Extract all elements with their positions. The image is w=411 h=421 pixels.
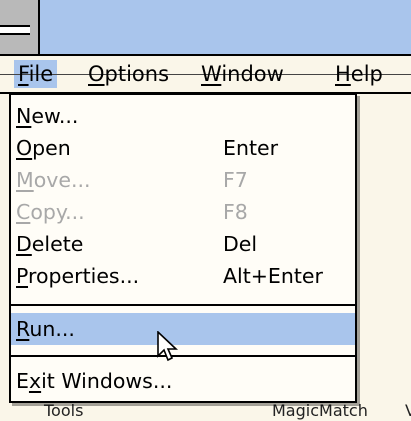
file-menu-dropdown: New... Open Enter Move... F7 Copy... F8 … — [9, 93, 357, 403]
menu-bar: File Options Window Help — [0, 56, 411, 94]
system-menu-button[interactable] — [0, 0, 40, 54]
menu-options[interactable]: Options — [84, 60, 174, 88]
shortcut-label: Alt+Enter — [223, 264, 323, 288]
menu-item-new[interactable]: New... — [11, 100, 355, 132]
menu-separator — [11, 355, 355, 357]
menu-window[interactable]: Window — [197, 60, 288, 88]
menu-item-open[interactable]: Open Enter — [11, 132, 355, 164]
menu-separator — [11, 304, 355, 306]
title-bar — [0, 0, 411, 56]
menu-item-properties[interactable]: Properties... Alt+Enter — [11, 260, 355, 292]
menu-help[interactable]: Help — [331, 60, 387, 88]
background-group-label-magicmatch: MagicMatch — [272, 401, 368, 420]
menu-item-move[interactable]: Move... F7 — [11, 164, 355, 196]
shortcut-label: Enter — [223, 136, 279, 160]
shortcut-label: Del — [223, 232, 258, 256]
background-edge-text: V — [405, 401, 411, 420]
background-group-label-tools: Tools — [44, 401, 84, 420]
menu-item-copy[interactable]: Copy... F8 — [11, 196, 355, 228]
shortcut-label: F7 — [223, 168, 248, 192]
menu-item-delete[interactable]: Delete Del — [11, 228, 355, 260]
program-manager-window: File Options Window Help Tools MagicMatc… — [0, 0, 411, 421]
menu-item-exit-windows[interactable]: Exit Windows... — [11, 365, 355, 397]
menu-file[interactable]: File — [14, 60, 58, 88]
mouse-pointer-icon — [157, 331, 179, 362]
shortcut-label: F8 — [223, 200, 248, 224]
menu-item-run[interactable]: Run... — [11, 313, 355, 345]
system-menu-bar-icon — [0, 25, 30, 35]
